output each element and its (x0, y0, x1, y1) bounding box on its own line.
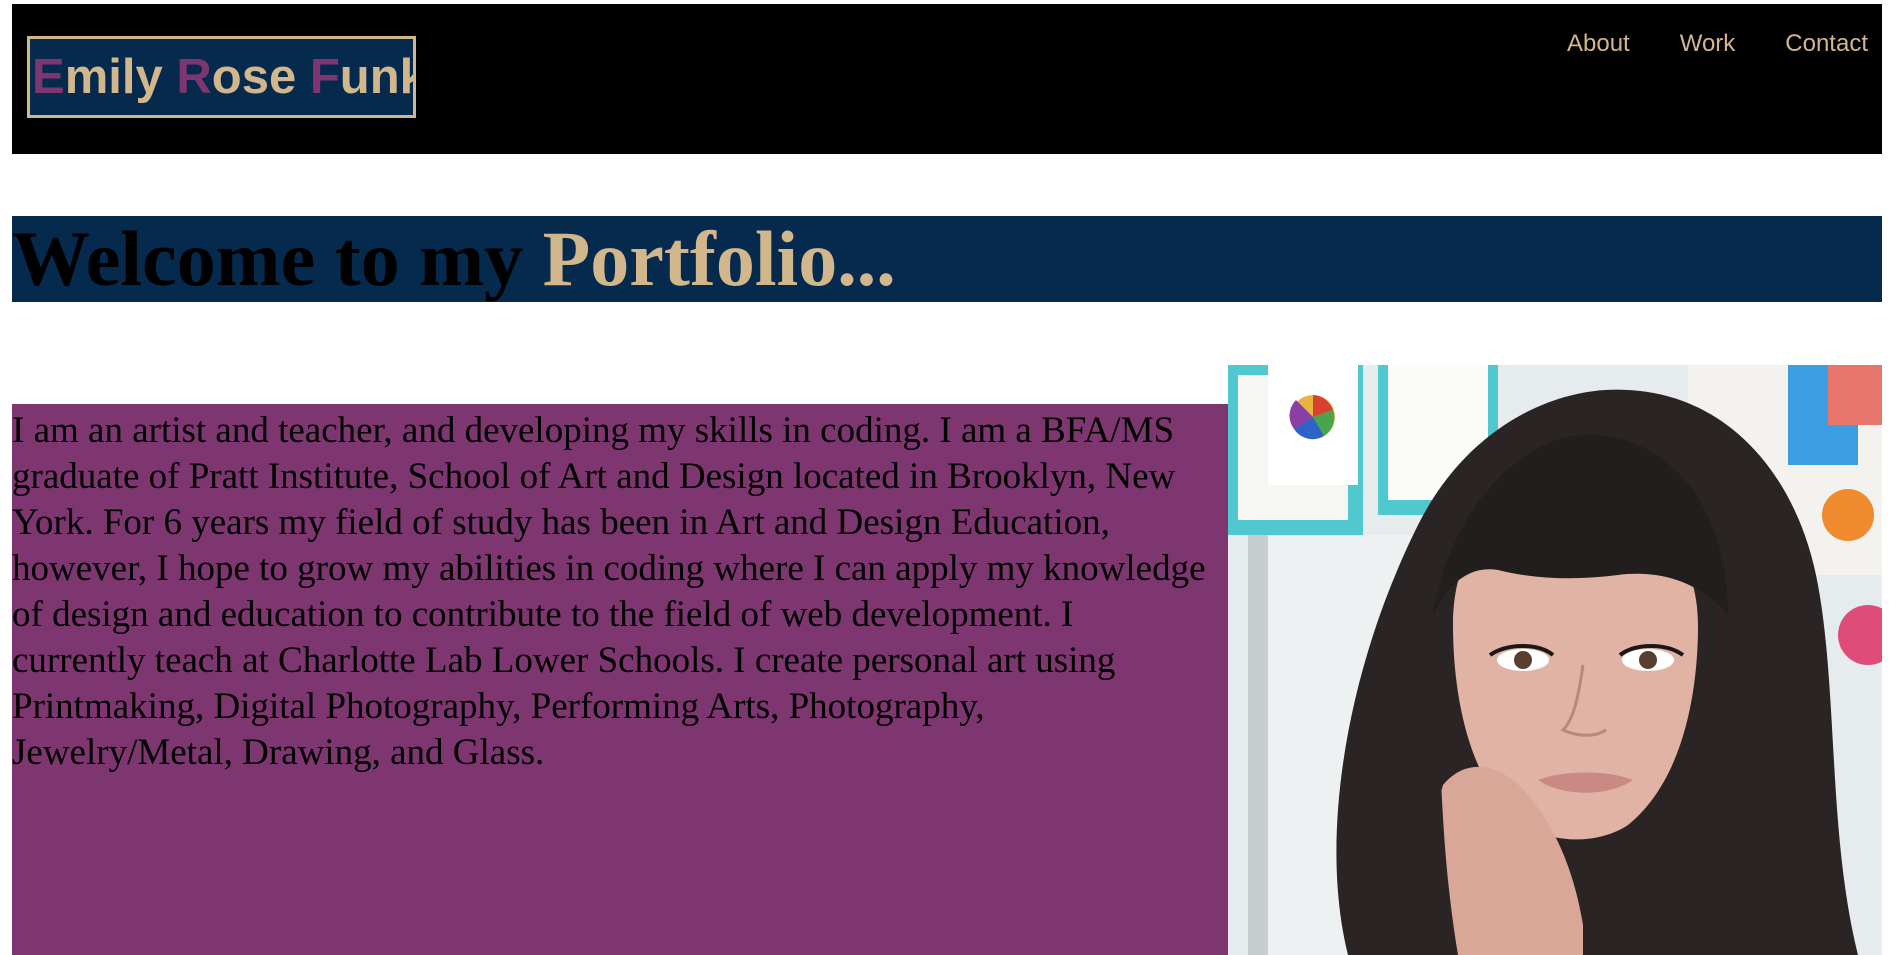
title-lead: Welcome to my (12, 216, 543, 302)
page-title: Welcome to my Portfolio... (12, 216, 1882, 302)
portrait-photo (1228, 365, 1882, 955)
page: Emily Rose Funk About Work Contact Welco… (0, 0, 1889, 955)
main-nav: About Work Contact (1567, 30, 1868, 58)
title-accent: Portfolio... (542, 216, 896, 302)
nav-link-work[interactable]: Work (1680, 30, 1736, 58)
nav-link-contact[interactable]: Contact (1785, 30, 1868, 58)
site-logo[interactable]: Emily Rose Funk (27, 36, 416, 118)
portrait-image (1228, 365, 1882, 955)
site-header: Emily Rose Funk About Work Contact (12, 4, 1882, 154)
logo-text: unk (339, 50, 413, 104)
logo-initial: E (32, 50, 65, 104)
logo-text: mily (64, 50, 163, 104)
bio-section: I am an artist and teacher, and developi… (12, 404, 1228, 955)
logo-text: ose (211, 50, 297, 104)
logo-initial: R (176, 50, 212, 104)
nav-link-about[interactable]: About (1567, 30, 1630, 58)
bio-text: I am an artist and teacher, and developi… (12, 410, 1206, 773)
logo-initial: F (309, 50, 340, 104)
